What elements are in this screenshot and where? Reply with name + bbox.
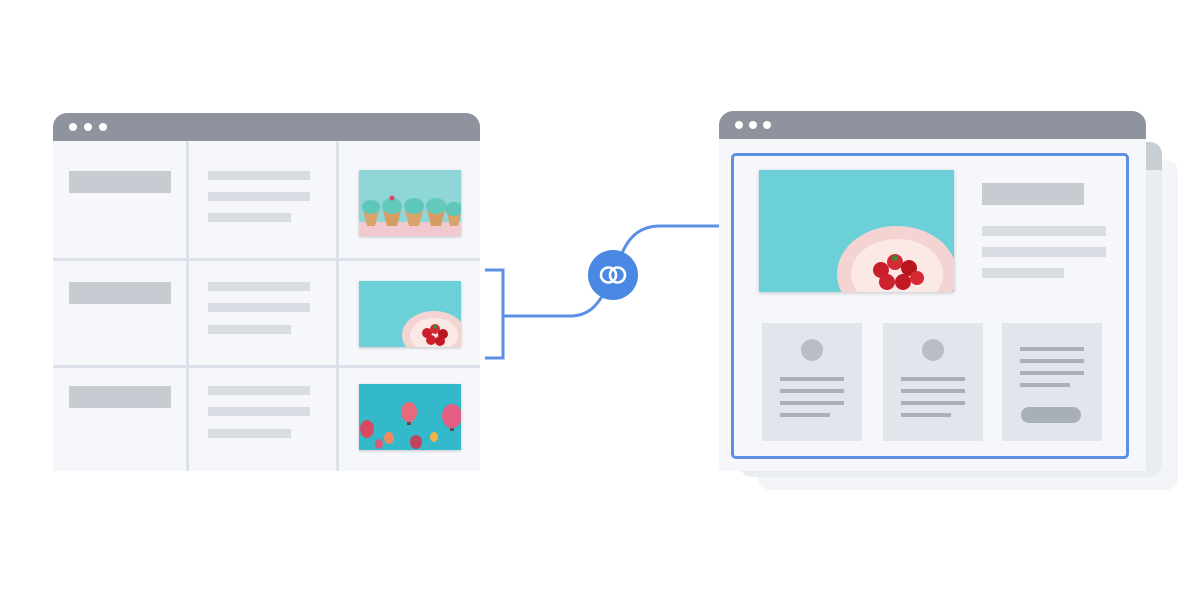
window-titlebar	[719, 111, 1146, 139]
window-dot	[763, 121, 771, 129]
link-button[interactable]	[588, 250, 638, 300]
selection-outline	[731, 153, 1129, 459]
link-icon	[599, 266, 627, 284]
window-dot	[735, 121, 743, 129]
window-dot	[749, 121, 757, 129]
